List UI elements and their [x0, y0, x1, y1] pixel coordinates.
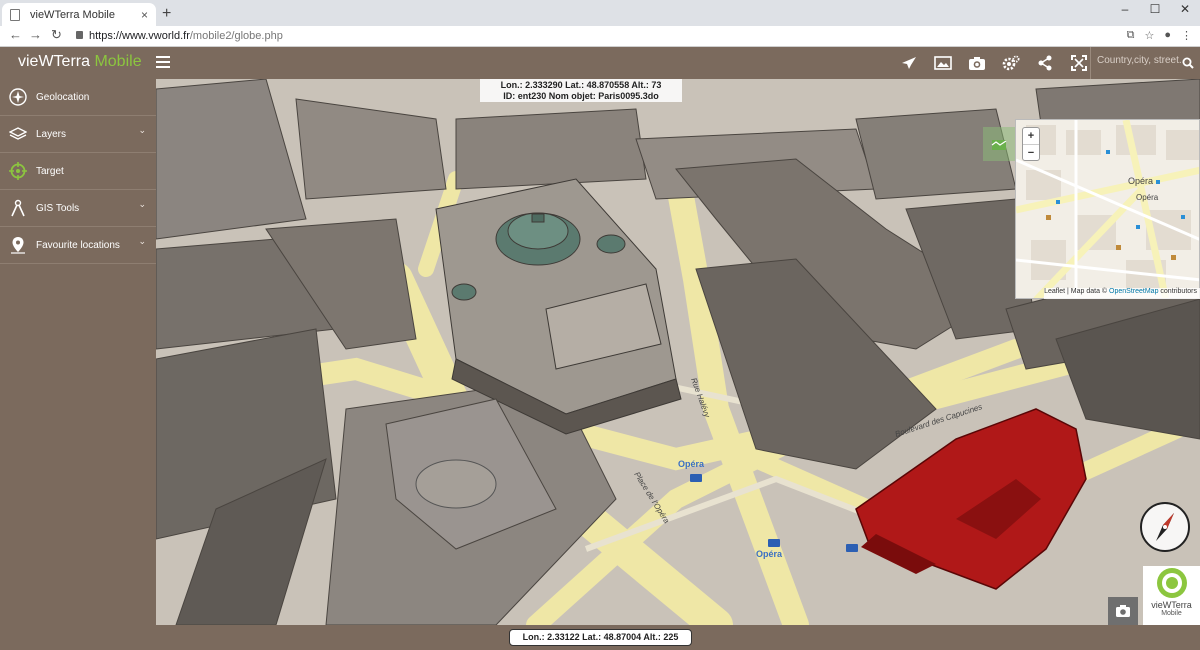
camera-icon [1116, 605, 1130, 617]
sidebar-item-gis-tools[interactable]: GIS Tools ⌄ [0, 190, 156, 227]
browser-toolbar-icons: ⧉ ☆ ● ⋮ [1127, 29, 1192, 42]
map-layer-icon[interactable] [983, 127, 1015, 161]
window-controls: – ☐ ✕ [1110, 0, 1200, 26]
share-icon[interactable] [1028, 52, 1062, 74]
image-icon[interactable] [926, 52, 960, 74]
logo-subtitle: Mobile [1161, 610, 1182, 617]
zoom-in-button[interactable]: + [1023, 128, 1039, 144]
sidebar-item-layers[interactable]: Layers ⌄ [0, 116, 156, 153]
bookmark-star-icon[interactable]: ☆ [1144, 29, 1154, 42]
page-icon [10, 8, 20, 21]
sidebar-item-label: Geolocation [36, 91, 90, 103]
logo-globe-icon [1156, 568, 1187, 598]
plane-icon[interactable] [892, 52, 926, 74]
pick-object-line: ID: ent230 Nom objet: Paris0095.3do [503, 91, 659, 101]
sidebar-item-geolocation[interactable]: Geolocation [0, 79, 156, 116]
sidebar-item-target[interactable]: Target [0, 153, 156, 190]
sidebar-item-label: GIS Tools [36, 202, 80, 214]
map-attribution: Leaflet | Map data © OpenStreetMap contr… [1044, 288, 1200, 299]
chevron-down-icon[interactable]: ⌄ [138, 199, 146, 210]
app-brand: vieWTerra Mobile [18, 53, 142, 71]
gis-tools-icon [9, 199, 27, 217]
chevron-down-icon[interactable]: ⌄ [138, 125, 146, 136]
app-header: vieWTerra Mobile [0, 47, 1200, 79]
tab-close-icon[interactable]: × [141, 8, 148, 22]
search-input[interactable] [1097, 55, 1183, 66]
sidebar-item-label: Target [36, 165, 64, 177]
compass-icon[interactable] [1140, 502, 1190, 552]
overview-minimap[interactable]: Opéra Opéra [1015, 119, 1200, 299]
hamburger-menu-icon[interactable] [156, 56, 170, 68]
brand-accent: Mobile [94, 53, 142, 70]
minimap-zoom-control: + − [1022, 127, 1040, 161]
minimap-label: Opéra [1128, 176, 1153, 186]
url-path: /mobile2/globe.php [189, 30, 283, 42]
close-window-button[interactable]: ✕ [1170, 0, 1200, 26]
new-tab-icon[interactable]: + [162, 5, 171, 23]
browser-tab[interactable]: vieWTerra Mobile × [2, 3, 156, 26]
sidebar-item-favourite-locations[interactable]: Favourite locations ⌄ [0, 227, 156, 264]
back-icon[interactable]: ← [9, 27, 22, 42]
forward-icon[interactable]: → [29, 27, 42, 42]
brand-main: vieWTerra [18, 53, 95, 70]
settings-icon[interactable] [994, 52, 1028, 74]
profile-icon[interactable]: ● [1164, 29, 1171, 42]
osm-link[interactable]: OpenStreetMap [1109, 288, 1158, 295]
street-label: Opéra [678, 459, 705, 469]
url-field[interactable]: https://www.vworld.fr/mobile2/globe.php [89, 30, 283, 42]
sidebar-item-label: Favourite locations [36, 239, 120, 251]
chevron-down-icon[interactable]: ⌄ [138, 236, 146, 247]
reload-icon[interactable]: ↻ [51, 27, 62, 43]
viewterra-logo: vieWTerra Mobile [1143, 566, 1200, 625]
zoom-out-button[interactable]: − [1023, 144, 1039, 160]
pick-coordinates-line: Lon.: 2.333290 Lat.: 48.870558 Alt.: 73 [500, 80, 662, 90]
maximize-button[interactable]: ☐ [1140, 0, 1170, 26]
translate-icon[interactable]: ⧉ [1127, 29, 1135, 42]
geolocation-icon [9, 88, 27, 106]
attribution-suffix: contributors [1158, 288, 1197, 295]
url-domain: https://www.vworld.fr [89, 30, 190, 42]
minimap-tiles: Opéra Opéra [1016, 120, 1199, 298]
camera-coordinates-readout: Lon.: 2.33122 Lat.: 48.87004 Alt.: 225 [509, 629, 692, 646]
camera-icon[interactable] [960, 52, 994, 74]
pick-coordinates-readout: Lon.: 2.333290 Lat.: 48.870558 Alt.: 73 … [480, 79, 682, 102]
search-icon[interactable] [1182, 56, 1194, 74]
sidebar: Geolocation Layers ⌄ Target GIS Tools ⌄ … [0, 79, 156, 650]
logo-text: vieWTerra [1151, 600, 1192, 610]
screenshot-button[interactable] [1108, 597, 1138, 625]
search-box [1090, 47, 1200, 79]
lock-icon [76, 31, 83, 39]
minimize-button[interactable]: – [1110, 0, 1140, 26]
target-icon [9, 162, 27, 180]
location-pin-icon [9, 236, 27, 254]
address-bar: ← → ↻ https://www.vworld.fr/mobile2/glob… [0, 26, 1200, 47]
minimap-label: Opéra [1136, 193, 1159, 202]
toolbar [892, 52, 1096, 74]
browser-tab-bar: vieWTerra Mobile × + – ☐ ✕ [0, 0, 1200, 26]
layers-icon [9, 125, 27, 143]
menu-dots-icon[interactable]: ⋮ [1181, 29, 1192, 42]
attribution-prefix: Leaflet | Map data © [1044, 288, 1110, 295]
street-label: Opéra [756, 549, 783, 559]
sidebar-item-label: Layers [36, 128, 67, 140]
tab-title: vieWTerra Mobile [30, 8, 115, 21]
